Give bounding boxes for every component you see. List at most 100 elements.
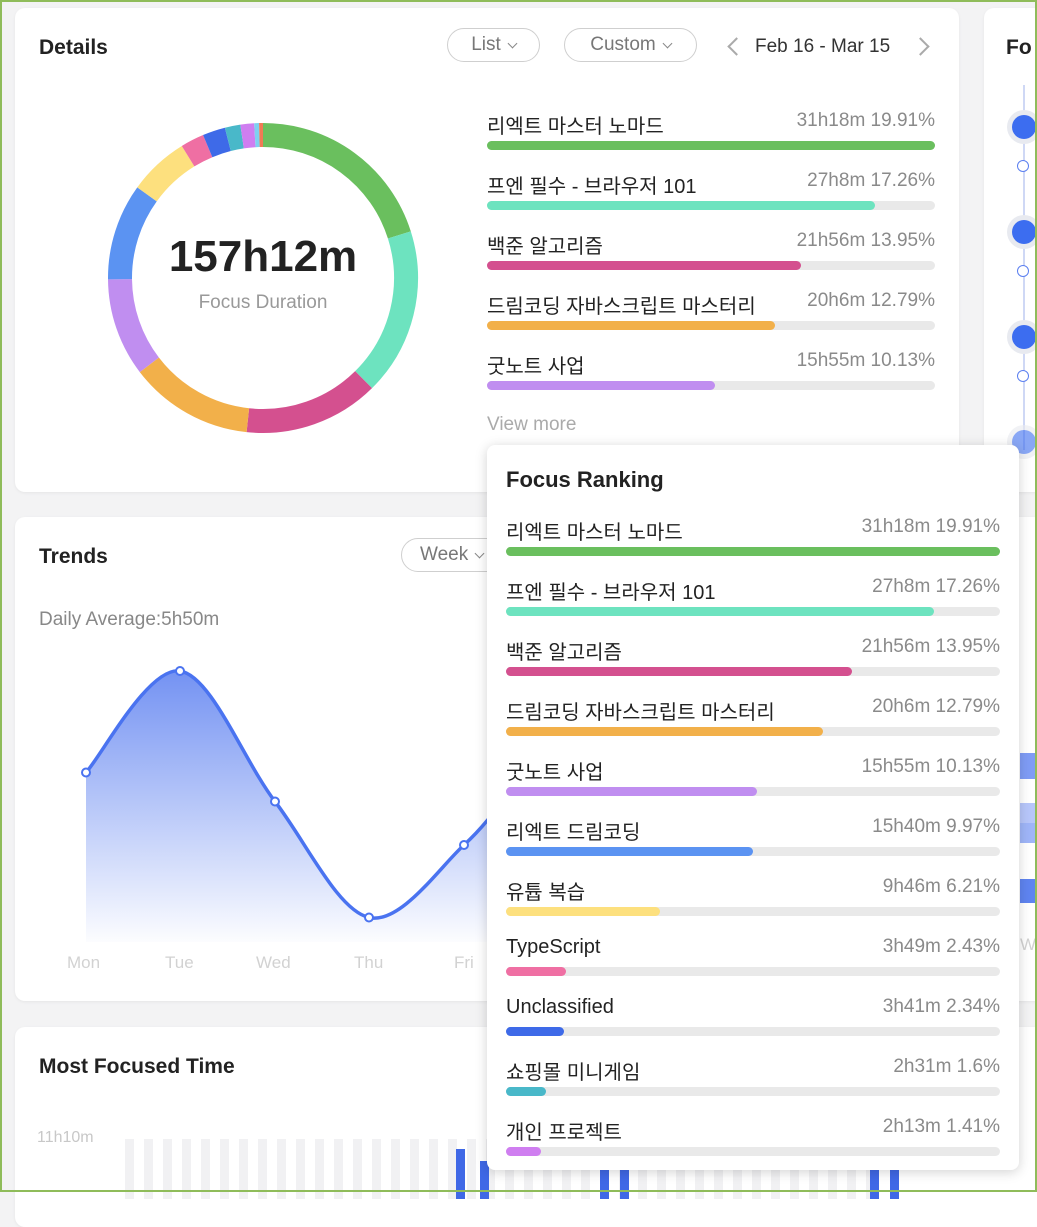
progress-track [506,1027,1000,1036]
ranking-project-row[interactable]: 리엑트 마스터 노마드 31h18m 19.91% [506,516,1000,560]
ranking-project-row[interactable]: 개인 프로젝트 2h13m 1.41% [506,1116,1000,1160]
project-duration: 31h18m 19.91% [797,110,935,132]
day-label-w: W [1020,935,1036,955]
details-project-row[interactable]: 드림코딩 자바스크립트 마스터리 20h6m 12.79% [487,290,935,334]
trend-point[interactable] [365,914,373,922]
timeline-dot [1017,370,1029,382]
donut-slice[interactable] [208,139,228,146]
project-name: TypeScript [506,936,600,959]
details-card: Details List Custom Feb 16 - Mar 15 157h… [15,8,959,492]
project-duration: 15h40m 9.97% [872,816,1000,838]
timer-icon [1012,115,1036,139]
donut-slice[interactable] [242,135,255,136]
project-name: 굿노트 사업 [487,350,585,379]
chevron-right-icon[interactable] [911,37,929,55]
progress-fill [506,547,1000,556]
ranking-project-row[interactable]: 리엑트 드림코딩 15h40m 9.97% [506,816,1000,860]
ranking-project-row[interactable]: 프엔 필수 - 브라우저 10127h8m 17.26% [506,576,1000,620]
donut-slice[interactable] [248,380,364,421]
details-project-row[interactable]: 리엑트 마스터 노마드31h18m 19.91% [487,110,935,154]
chevron-left-icon[interactable] [727,37,745,55]
hour-bar [277,1139,286,1199]
trend-point[interactable] [271,798,279,806]
total-focus-duration: 157h12m [133,232,393,282]
focus-ranking-title: Focus Ranking [506,467,664,493]
focus-record-title: Fo [1006,36,1032,60]
progress-track [506,787,1000,796]
day-label-thu: Thu [354,953,383,973]
ranking-project-row[interactable]: Unclassified3h41m 2.34% [506,996,1000,1040]
progress-fill [506,907,660,916]
project-name: 드림코딩 자바스크립트 마스터리 [506,696,775,725]
details-project-row[interactable]: 프엔 필수 - 브라우저 101 27h8m 17.26% [487,170,935,214]
day-label-mon: Mon [67,953,100,973]
project-duration: 21h56m 13.95% [862,636,1000,658]
hour-bar [144,1139,153,1199]
trend-point[interactable] [176,667,184,675]
hour-bar [220,1139,229,1199]
trend-point[interactable] [460,841,468,849]
progress-track [506,667,1000,676]
details-project-row[interactable]: 백준 알고리즘21h56m 13.95% [487,230,935,274]
progress-fill [487,261,801,270]
project-name: 리엑트 마스터 노마드 [506,516,683,545]
ranking-project-row[interactable]: 쇼핑몰 미니게임 2h31m 1.6% [506,1056,1000,1100]
hour-bar [353,1139,362,1199]
ranking-project-row[interactable]: 유튭 복습9h46m 6.21% [506,876,1000,920]
range-mode-dropdown[interactable]: Custom [564,28,697,62]
donut-slice[interactable] [263,135,399,235]
timer-icon [1012,220,1036,244]
hour-bar [429,1139,438,1199]
project-name: 개인 프로젝트 [506,1116,622,1145]
progress-track [506,967,1000,976]
donut-slice[interactable] [228,137,242,140]
focus-record-card: Fo [984,8,1037,492]
donut-slice[interactable] [188,146,208,156]
progress-track [487,381,935,390]
donut-slice[interactable] [149,365,248,420]
donut-slice[interactable] [147,156,188,194]
progress-track [506,907,1000,916]
project-name: 쇼핑몰 미니게임 [506,1056,640,1085]
project-duration: 2h13m 1.41% [883,1116,1000,1138]
timeline-dot [1017,265,1029,277]
project-duration: 31h18m 19.91% [862,516,1000,538]
ranking-project-row[interactable]: 백준 알고리즘21h56m 13.95% [506,636,1000,680]
project-duration: 27h8m 17.26% [807,170,935,192]
view-mode-label: List [471,34,501,56]
hour-bar [296,1139,305,1199]
hour-bar [467,1139,476,1199]
project-name: 프엔 필수 - 브라우저 101 [487,170,696,199]
hour-bar [334,1139,343,1199]
project-name: 유튭 복습 [506,876,585,905]
ranking-project-row[interactable]: 굿노트 사업15h55m 10.13% [506,756,1000,800]
ranking-project-row[interactable]: TypeScript3h49m 2.43% [506,936,1000,980]
progress-track [487,261,935,270]
trend-point[interactable] [82,769,90,777]
project-name: 드림코딩 자바스크립트 마스터리 [487,290,756,319]
ranking-project-row[interactable]: 드림코딩 자바스크립트 마스터리 20h6m 12.79% [506,696,1000,740]
project-duration: 20h6m 12.79% [807,290,935,312]
progress-fill [487,381,715,390]
trend-area-fill [86,671,515,942]
progress-fill [506,787,757,796]
view-more-link[interactable]: View more [487,414,576,436]
progress-fill [506,1087,546,1096]
progress-track [506,727,1000,736]
project-name: 리엑트 드림코딩 [506,816,640,845]
details-project-row[interactable]: 굿노트 사업15h55m 10.13% [487,350,935,394]
project-duration: 20h6m 12.79% [872,696,1000,718]
project-duration: 2h31m 1.6% [893,1056,1000,1078]
hour-bar [182,1139,191,1199]
progress-fill [487,141,935,150]
progress-fill [506,1147,541,1156]
date-range-label: Feb 16 - Mar 15 [755,36,890,58]
hour-bar [239,1139,248,1199]
most-focused-title: Most Focused Time [39,1055,235,1079]
project-name: 굿노트 사업 [506,756,604,785]
focus-ranking-popup: Focus Ranking 리엑트 마스터 노마드 31h18m 19.91% 프엔… [487,445,1019,1170]
range-mode-label: Custom [590,34,655,56]
day-label-tue: Tue [165,953,194,973]
view-mode-dropdown[interactable]: List [447,28,540,62]
project-duration: 3h41m 2.34% [883,996,1000,1018]
